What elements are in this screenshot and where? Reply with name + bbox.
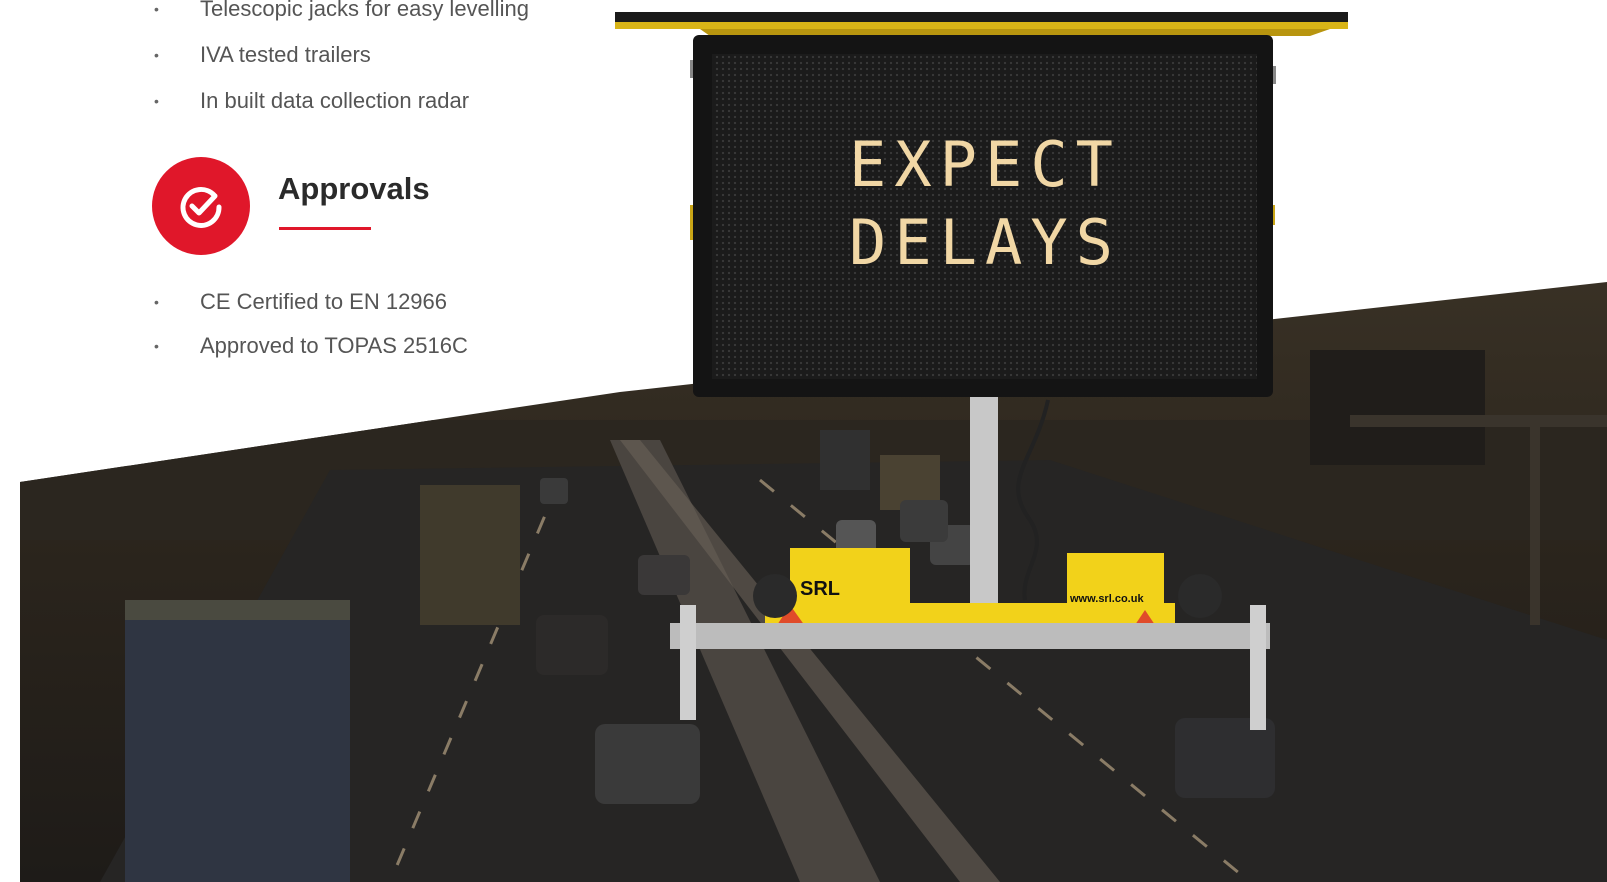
feature-list: • Telescopic jacks for easy levelling • IV… — [150, 0, 570, 124]
bullet-icon: • — [154, 93, 159, 109]
list-item: • In built data collection radar — [150, 78, 570, 124]
list-item: • Telescopic jacks for easy levelling — [150, 0, 570, 32]
list-item: • Approved to TOPAS 2516C — [150, 324, 570, 368]
approvals-title: Approvals — [278, 171, 430, 206]
trailer-brand: SRL — [800, 578, 840, 600]
list-item: • CE Certified to EN 12966 — [150, 280, 570, 324]
approvals-section-header: Approvals — [152, 157, 552, 257]
sign-message-line1: EXPECT — [849, 128, 1121, 201]
bullet-icon: • — [154, 338, 159, 354]
list-item: • IVA tested trailers — [150, 32, 570, 78]
hero-photo: SRL www.srl.co.uk EXPECT DELAYS — [20, 12, 1607, 882]
sign-message-line2: DELAYS — [849, 206, 1121, 279]
bullet-icon: • — [154, 294, 159, 310]
bullet-icon: • — [154, 47, 159, 63]
check-circle-icon — [180, 186, 222, 228]
title-underline — [279, 227, 371, 230]
approvals-list: • CE Certified to EN 12966 • Approved to T… — [150, 280, 570, 368]
approvals-badge — [152, 157, 250, 255]
bullet-icon: • — [154, 1, 159, 17]
